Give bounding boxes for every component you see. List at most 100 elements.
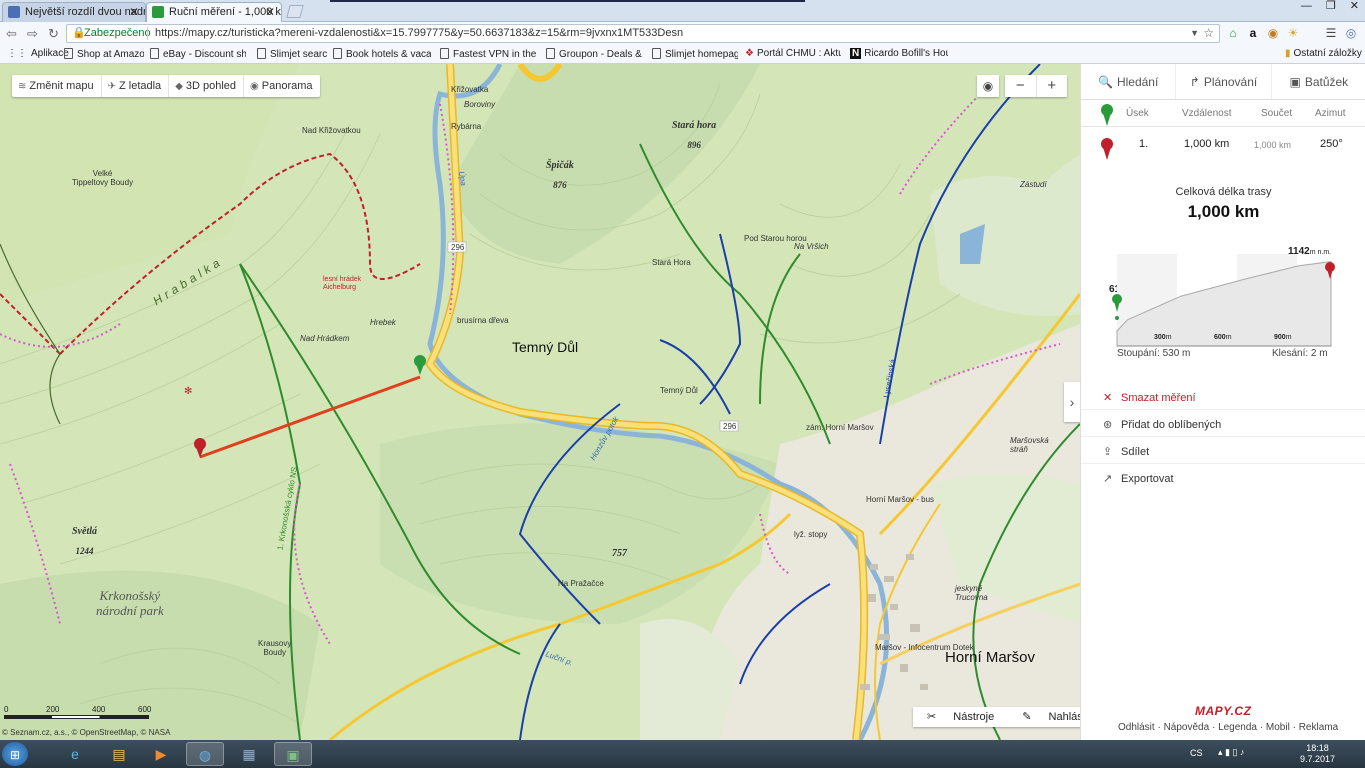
bookmark-amazon[interactable]: Shop at Amazon <box>64 48 144 61</box>
bookmark-vpn[interactable]: Fastest VPN in the wo <box>440 48 536 61</box>
bookmark-other[interactable]: ▮ Ostatní záložky <box>1285 48 1362 60</box>
mapy-favicon-icon <box>152 6 164 18</box>
map-base-layer: ✻ <box>0 64 1080 740</box>
ascent-text: Stoupání: 530 m <box>1117 348 1191 359</box>
close-window-icon[interactable]: ✕ <box>1350 0 1359 14</box>
panorama-button[interactable]: ◉ Panorama <box>244 75 320 97</box>
tools-icon: ✂ <box>927 711 940 723</box>
windows-logo-icon: ⊞ <box>9 748 21 762</box>
taskbar-ie[interactable]: e <box>56 742 94 766</box>
tab-rozdil[interactable]: Největší rozdíl dvou nadm ✕ <box>2 2 146 22</box>
logout-link[interactable]: Odhlásit <box>1118 722 1155 733</box>
browser-icon: ◍ <box>198 747 212 763</box>
add-favorites-button[interactable]: ⊛ Přidat do oblíbených <box>1081 411 1365 437</box>
share-button[interactable]: ⇪ Sdílet <box>1081 438 1365 464</box>
bookmark-groupon[interactable]: Groupon - Deals & Cc <box>546 48 642 61</box>
search-icon: 🔍 <box>1098 75 1113 89</box>
page-icon <box>546 48 555 59</box>
url-input[interactable]: 🔒 Zabezpečeno https://mapy.cz/turisticka… <box>66 24 1220 43</box>
minimize-icon[interactable]: — <box>1301 0 1312 14</box>
map-canvas[interactable]: ✻ 296 296 Temný Důl Horní Maršov Krkonoš… <box>0 64 1080 740</box>
back-arrow-icon[interactable]: ⇦ <box>6 26 17 42</box>
bookmark-slimjet-search[interactable]: Slimjet search <box>257 48 327 61</box>
start-pin-icon <box>414 355 426 375</box>
peak-stara-hora: Stará hora 896 <box>672 120 717 150</box>
close-tab-icon[interactable]: ✕ <box>265 3 275 21</box>
bookmark-slimjet-home[interactable]: Slimjet homepage <box>652 48 738 61</box>
taskbar-save[interactable]: ▦ <box>230 742 268 766</box>
place-zamek: zám. Horní Maršov <box>806 423 874 432</box>
address-bar-row: ⇦ ⇨ ↻ 🔒 Zabezpečeno https://mapy.cz/turi… <box>0 22 1365 45</box>
clock[interactable]: 18:18 9.7.2017 <box>1300 743 1335 765</box>
page-icon <box>652 48 661 59</box>
language-indicator[interactable]: CS <box>1190 748 1203 758</box>
locate-button[interactable]: ◉ <box>977 75 999 97</box>
close-tab-icon[interactable]: ✕ <box>129 3 139 21</box>
zoom-in-button[interactable]: + <box>1037 75 1068 97</box>
extension-icon[interactable]: ◉ <box>1266 26 1280 40</box>
new-tab-button[interactable] <box>286 5 304 18</box>
legend-link[interactable]: Legenda <box>1218 722 1257 733</box>
3d-view-button[interactable]: ◆ 3D pohled <box>169 75 245 97</box>
place-na-vrsich: Na Vršich <box>794 242 829 251</box>
column-header-azimuth: Azimut <box>1315 108 1346 119</box>
slimjet-icon[interactable]: ◎ <box>1344 26 1358 40</box>
place-nad-hradkem: Nad Hrádkem <box>300 334 350 343</box>
bookmark-aplikace[interactable]: ⋮⋮ Aplikace <box>7 48 69 60</box>
weather-icon[interactable]: ☀ <box>1286 26 1300 40</box>
bookmark-star-icon[interactable]: ☆ <box>1203 25 1214 42</box>
total-length-value: 1,000 km <box>1187 202 1260 221</box>
place-stara-hora: Stará Hora <box>652 258 691 267</box>
media-player-icon: ▶ <box>155 746 167 762</box>
page-favicon-icon <box>8 6 20 18</box>
bookmark-hotels[interactable]: Book hotels & vacatic <box>333 48 431 61</box>
map-bottom-tools: ✂ Nástroje ✎ Nahlásit chybu <box>913 707 1080 727</box>
start-button[interactable]: ⊞ <box>2 742 28 766</box>
tools-button[interactable]: ✂ Nástroje <box>913 707 1008 727</box>
ads-link[interactable]: Reklama <box>1299 722 1338 733</box>
tray-icons[interactable]: ▴ ▮ ▯ ♪ <box>1218 747 1244 758</box>
place-horni-marsov-bus: Horní Maršov - bus <box>866 495 935 504</box>
menu-icon[interactable]: ☰ <box>1324 26 1338 40</box>
route-icon: ↱ <box>1189 75 1200 89</box>
tab-mereni[interactable]: Ruční měření - 1,000 km ✕ <box>146 2 282 22</box>
mobile-link[interactable]: Mobil <box>1266 722 1290 733</box>
maximize-icon[interactable]: ❐ <box>1326 0 1336 14</box>
taskbar-explorer[interactable]: ▤ <box>100 742 138 766</box>
segment-azimuth: 250° <box>1320 138 1343 150</box>
tab-hledani[interactable]: 🔍 Hledání <box>1081 64 1177 99</box>
taskbar-media[interactable]: ▶ <box>142 742 180 766</box>
panel-toggle-button[interactable]: › <box>1064 382 1080 422</box>
page-icon <box>440 48 449 59</box>
help-link[interactable]: Nápověda <box>1164 722 1210 733</box>
bookmark-ebay[interactable]: eBay - Discount shop <box>150 48 246 61</box>
profile-tick-900: 900m <box>1274 334 1292 341</box>
descent-text: Klesání: 2 m <box>1272 348 1328 359</box>
report-error-button[interactable]: ✎ Nahlásit chybu <box>1008 707 1080 727</box>
change-map-button[interactable]: ≋ Změnit mapu <box>12 75 102 97</box>
zoom-out-button[interactable]: − <box>1005 75 1037 97</box>
home-icon[interactable]: ⌂ <box>1226 26 1240 40</box>
bookmark-bofill[interactable]: NRicardo Bofill's House <box>850 48 948 60</box>
delete-measurement-button[interactable]: ✕ Smazat měření <box>1081 384 1365 410</box>
bookmark-chmu[interactable]: ❖Portál ČHMÚ : Aktuál <box>745 48 841 60</box>
tab-batuzek[interactable]: ▣ Batůžek <box>1272 64 1365 99</box>
place-hrebek: Hrebek <box>370 318 396 327</box>
export-button[interactable]: ↗ Exportovat <box>1081 465 1365 491</box>
tab-planovani[interactable]: ↱ Plánování <box>1176 64 1272 99</box>
cube-icon: ◆ <box>175 81 183 92</box>
road-number-296: 296 <box>451 243 465 252</box>
taskbar-browser[interactable]: ◍ <box>186 742 224 766</box>
reload-icon[interactable]: ↻ <box>48 26 59 42</box>
amazon-icon[interactable]: a <box>1246 26 1260 40</box>
zoom-controls: − + <box>1005 75 1067 97</box>
floppy-icon: ▦ <box>242 746 256 762</box>
bookmarks-bar: ⋮⋮ Aplikace Shop at Amazon eBay - Discoun… <box>0 45 1365 64</box>
aerial-button[interactable]: ✈ Z letadla <box>102 75 170 97</box>
monitor-icon: ▣ <box>286 747 300 763</box>
taskbar-app[interactable]: ▣ <box>274 742 312 766</box>
forward-arrow-icon[interactable]: ⇨ <box>27 26 38 42</box>
dropdown-icon[interactable]: ▼ <box>1190 25 1199 42</box>
profile-tick-600: 600m <box>1214 334 1232 341</box>
place-marsovska-stran: Maršovská stráň <box>1010 436 1049 454</box>
